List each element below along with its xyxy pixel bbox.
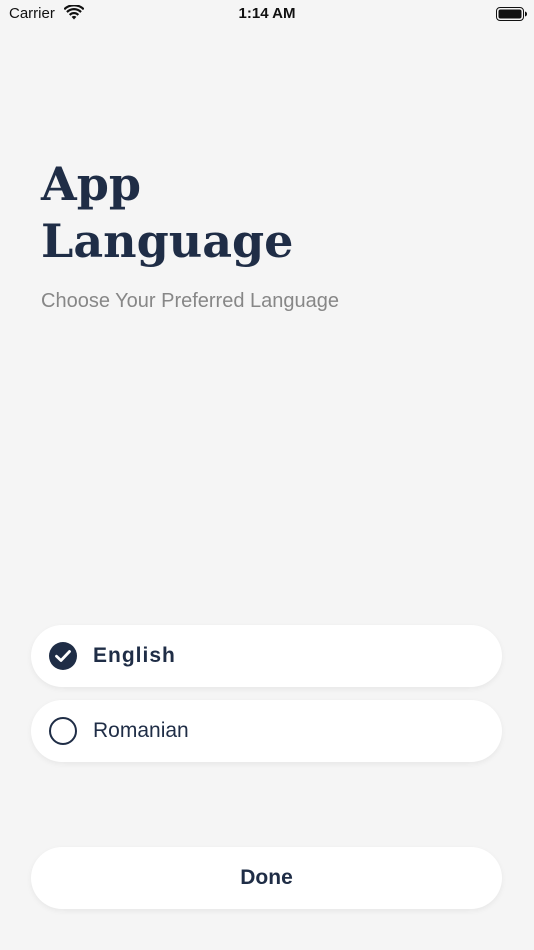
language-option-label: Romanian: [93, 719, 189, 742]
page-title: App Language: [41, 156, 371, 270]
status-bar: Carrier 1:14 AM: [0, 0, 534, 28]
radio-checked-icon: [49, 642, 77, 670]
done-button[interactable]: Done: [31, 847, 502, 909]
battery-icon: [496, 6, 528, 22]
language-option-romanian[interactable]: Romanian: [31, 700, 502, 762]
radio-unchecked-icon: [49, 717, 77, 745]
status-time: 1:14 AM: [238, 5, 296, 22]
language-option-english[interactable]: English: [31, 625, 502, 687]
page-title-text: App Language: [41, 157, 294, 268]
language-option-label: English: [93, 644, 176, 667]
page-subtitle: Choose Your Preferred Language: [41, 290, 340, 312]
